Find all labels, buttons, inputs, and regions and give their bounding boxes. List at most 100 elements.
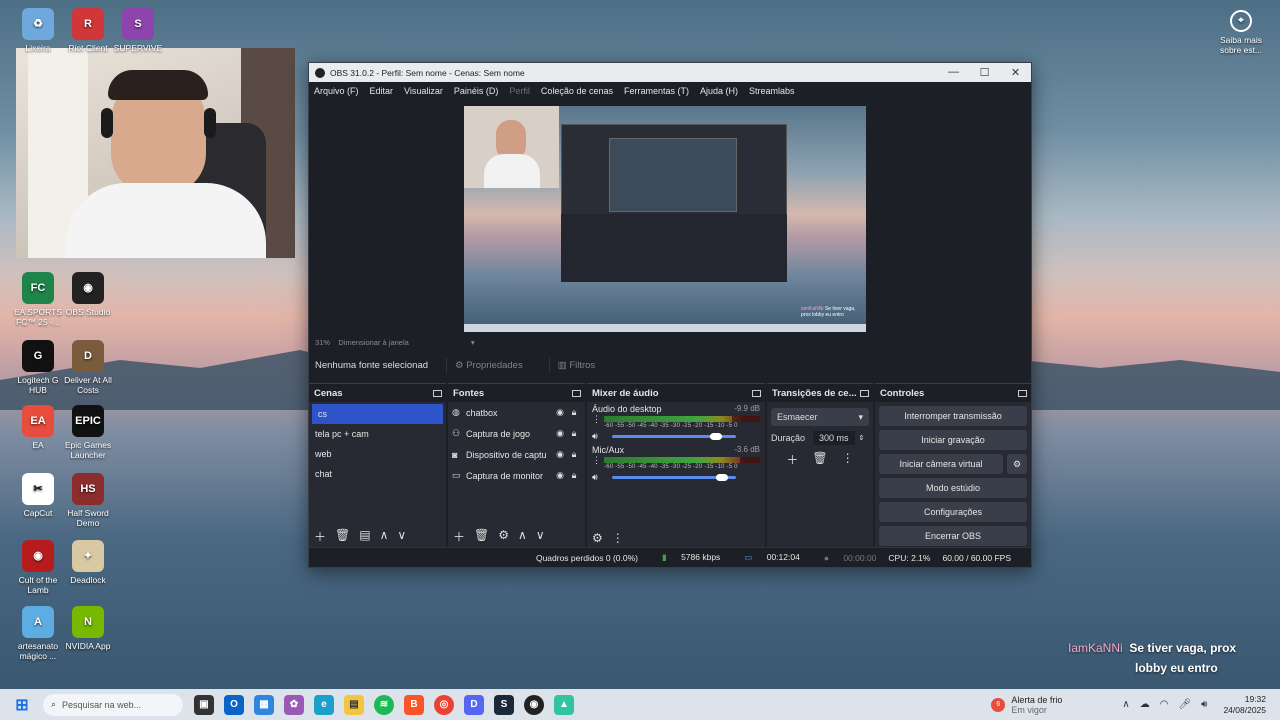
discord-icon[interactable]: D <box>464 694 484 715</box>
move-up-icon[interactable]: ∧ <box>380 528 389 545</box>
steam-icon[interactable]: S <box>494 694 514 715</box>
control-button[interactable]: Encerrar OBS <box>879 526 1027 546</box>
brave-icon[interactable]: B <box>404 694 424 715</box>
preview-scale-dropdown[interactable]: Dimensionar à janela <box>338 338 408 347</box>
desktop-icon[interactable]: N NVIDIA App <box>60 606 116 651</box>
more-icon[interactable]: ⋮ <box>592 455 602 470</box>
desktop-icon[interactable]: ◉ Cult of the Lamb <box>10 540 66 595</box>
scene-item[interactable]: cs <box>312 404 443 424</box>
desktop-icon[interactable]: D Deliver At All Costs <box>60 340 116 395</box>
menu-item[interactable]: Painéis (D) <box>454 86 499 96</box>
control-button[interactable]: Iniciar gravação <box>879 430 1027 450</box>
desktop-icon[interactable]: EA EA <box>10 405 66 450</box>
obs-window[interactable]: OBS 31.0.2 - Perfil: Sem nome - Cenas: S… <box>308 62 1032 568</box>
source-item[interactable]: ◍ chatbox ◉ 🔒︎ <box>448 402 585 423</box>
learn-more-widget[interactable]: ⌖ Saiba mais sobre est... <box>1213 10 1269 55</box>
menu-item[interactable]: Streamlabs <box>749 86 795 96</box>
network-icon[interactable]: ☁ <box>1140 699 1150 710</box>
move-down-icon[interactable]: ∨ <box>397 528 406 545</box>
source-item[interactable]: ◙ Dispositivo de captu ◉ 🔒︎ <box>448 444 585 465</box>
lock-icon[interactable]: 🔒︎ <box>567 449 581 460</box>
add-icon[interactable]: ＋ <box>453 528 465 545</box>
menu-item[interactable]: Ferramentas (T) <box>624 86 689 96</box>
more-icon[interactable]: ⋮ <box>612 531 624 545</box>
transition-select[interactable]: Esmaecer ▾ <box>771 408 869 426</box>
copilot-icon[interactable]: ✿ <box>284 694 304 715</box>
source-item[interactable]: ▭ Captura de monitor ◉ 🔒︎ <box>448 465 585 486</box>
task-view-icon[interactable]: ▣ <box>194 694 214 715</box>
more-icon[interactable]: ⋮ <box>842 451 854 468</box>
desktop-icon[interactable]: ◉ OBS Studio <box>60 272 116 317</box>
move-down-icon[interactable]: ∨ <box>536 528 545 545</box>
duration-input[interactable]: 300 ms <box>813 431 855 445</box>
scene-item[interactable]: tela pc + cam <box>309 424 446 444</box>
desktop-icon[interactable]: ♻ Lixeira <box>10 8 66 53</box>
desktop-icon[interactable]: Aartesanato mágico ... <box>10 606 66 661</box>
preview-area[interactable]: iamKaNNi Se tiver vaga, prox lobby eu en… <box>309 100 1031 347</box>
control-button[interactable]: Modo estúdio <box>879 478 1027 498</box>
menu-item[interactable]: Coleção de cenas <box>541 86 613 96</box>
scene-filter-icon[interactable]: ▤ <box>359 528 370 545</box>
menu-item[interactable]: Editar <box>370 86 394 96</box>
control-button[interactable]: Iniciar câmera virtual ⚙ <box>879 454 1027 474</box>
edge-icon[interactable]: e <box>314 694 334 715</box>
speaker-icon[interactable]: 🔊︎ <box>592 472 598 483</box>
mic-icon[interactable]: 🎤︎ <box>1178 699 1191 710</box>
maximize-icon[interactable]: ☐ <box>969 66 1000 79</box>
desktop-icon[interactable]: ✦ Deadlock <box>60 540 116 585</box>
dock-undock-icon[interactable] <box>860 389 869 397</box>
desktop-icon[interactable]: HS Half Sword Demo <box>60 473 116 528</box>
lock-icon[interactable]: 🔒︎ <box>567 470 581 481</box>
desktop-icon[interactable]: ✂ CapCut <box>10 473 66 518</box>
add-icon[interactable]: ＋ <box>314 528 326 545</box>
clock[interactable]: 19:32 24/08/2025 <box>1223 694 1266 716</box>
lock-icon[interactable]: 🔒︎ <box>567 428 581 439</box>
menu-item[interactable]: Perfil <box>509 86 530 96</box>
move-up-icon[interactable]: ∧ <box>518 528 527 545</box>
volume-slider[interactable]: 🔊︎ <box>592 472 760 482</box>
streamlabs-icon[interactable]: ▲ <box>554 694 574 715</box>
dock-undock-icon[interactable] <box>433 389 442 397</box>
eye-icon[interactable]: ◉ <box>553 407 567 418</box>
desktop-icon[interactable]: EPIC Epic Games Launcher <box>60 405 116 460</box>
dock-undock-icon[interactable] <box>572 389 581 397</box>
explorer-icon[interactable]: ▤ <box>344 694 364 715</box>
outlook-icon[interactable]: O <box>224 694 244 715</box>
desktop-icon[interactable]: FC EA SPORTS FC™ 25 -... <box>10 272 66 327</box>
volume-slider[interactable]: 🔊︎ <box>592 431 760 441</box>
trash-icon[interactable]: 🗑 <box>812 451 827 468</box>
dock-undock-icon[interactable] <box>1018 389 1027 397</box>
weather-widget[interactable]: 6 Alerta de frio Em vigor <box>991 695 1062 715</box>
dock-undock-icon[interactable] <box>752 389 761 397</box>
minimize-icon[interactable]: — <box>938 66 969 79</box>
chevron-up-icon[interactable]: ∧ <box>1122 699 1129 710</box>
close-icon[interactable]: ✕ <box>1000 66 1031 79</box>
eye-icon[interactable]: ◉ <box>553 428 567 439</box>
trash-icon[interactable]: 🗑 <box>474 528 489 545</box>
speaker-icon[interactable]: 🔊︎ <box>592 431 598 442</box>
windows-start-icon[interactable]: ⊞ <box>12 695 32 715</box>
lock-icon[interactable]: 🔒︎ <box>567 407 581 418</box>
wifi-icon[interactable]: ◠ <box>1160 699 1169 710</box>
menu-item[interactable]: Ajuda (H) <box>700 86 738 96</box>
search-box[interactable]: ⌕ Pesquisar na web... <box>43 693 183 716</box>
eye-icon[interactable]: ◉ <box>553 449 567 460</box>
obs-taskbar-icon[interactable]: ◉ <box>524 694 544 715</box>
filters-button[interactable]: ▥ Filtros <box>548 357 604 373</box>
trash-icon[interactable]: 🗑 <box>335 528 350 545</box>
store-icon[interactable]: ▦ <box>254 694 274 715</box>
obs-titlebar[interactable]: OBS 31.0.2 - Perfil: Sem nome - Cenas: S… <box>309 63 1031 82</box>
more-icon[interactable]: ⋮ <box>592 414 602 429</box>
menu-item[interactable]: Arquivo (F) <box>314 86 359 96</box>
spotify-icon[interactable]: ≋ <box>374 694 394 715</box>
desktop-icon[interactable]: G Logitech G HUB <box>10 340 66 395</box>
advanced-audio-icon[interactable]: ⚙ <box>592 531 603 545</box>
control-button[interactable]: Interromper transmissão <box>879 406 1027 426</box>
chrome-icon[interactable]: ◎ <box>434 694 454 715</box>
control-button[interactable]: Configurações <box>879 502 1027 522</box>
gear-icon[interactable]: ⚙ <box>498 528 509 545</box>
scene-item[interactable]: web <box>309 444 446 464</box>
stepper-icon[interactable]: ⇕ <box>859 434 865 442</box>
chevron-down-icon[interactable]: ▾ <box>471 338 475 347</box>
stream-preview[interactable]: iamKaNNi Se tiver vaga, prox lobby eu en… <box>464 106 866 332</box>
